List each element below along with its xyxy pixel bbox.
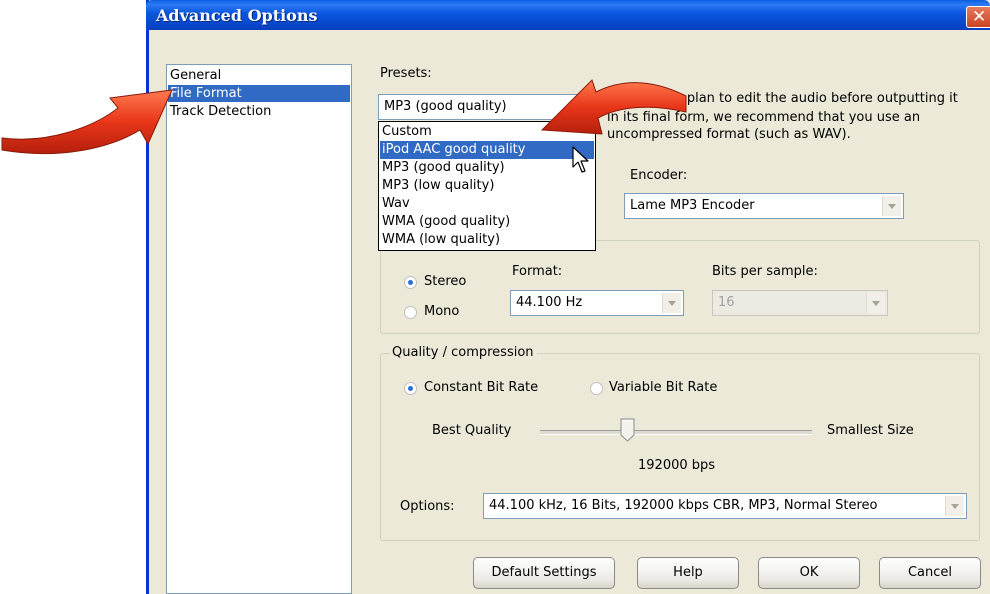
stereo-label[interactable]: Stereo bbox=[424, 274, 466, 289]
presets-option[interactable]: MP3 (good quality) bbox=[380, 159, 594, 177]
audio-format-group bbox=[380, 240, 980, 334]
nav-item-general[interactable]: General bbox=[168, 67, 350, 84]
stereo-radio[interactable] bbox=[404, 276, 417, 289]
nav-item-file-format[interactable]: File Format bbox=[168, 85, 350, 102]
chevron-down-icon[interactable] bbox=[662, 293, 681, 313]
close-icon: ✕ bbox=[972, 7, 987, 27]
options-value: 44.100 kHz, 16 Bits, 192000 kbps CBR, MP… bbox=[489, 498, 878, 513]
presets-option[interactable]: Wav bbox=[380, 195, 594, 213]
format-select[interactable]: 44.100 Hz bbox=[510, 290, 684, 316]
help-button[interactable]: Help bbox=[637, 557, 739, 589]
window-title: Advanced Options bbox=[156, 6, 318, 25]
encoder-select[interactable]: Lame MP3 Encoder bbox=[624, 193, 904, 219]
mono-radio[interactable] bbox=[404, 306, 417, 319]
options-select[interactable]: 44.100 kHz, 16 Bits, 192000 kbps CBR, MP… bbox=[483, 493, 967, 519]
bitrate-value: 192000 bps bbox=[638, 458, 716, 473]
bits-select: 16 bbox=[712, 290, 888, 316]
bits-value: 16 bbox=[718, 295, 735, 310]
cbr-radio[interactable] bbox=[404, 382, 417, 395]
format-value: 44.100 Hz bbox=[516, 295, 583, 310]
close-button[interactable]: ✕ bbox=[966, 6, 990, 28]
red-arrow-icon bbox=[540, 79, 687, 135]
mono-label[interactable]: Mono bbox=[424, 304, 459, 319]
presets-label: Presets: bbox=[380, 66, 432, 81]
presets-option[interactable]: WMA (good quality) bbox=[380, 213, 594, 231]
chevron-down-icon[interactable] bbox=[882, 196, 901, 216]
encoder-label: Encoder: bbox=[630, 168, 688, 183]
bits-label: Bits per sample: bbox=[712, 264, 818, 279]
presets-value: MP3 (good quality) bbox=[384, 99, 507, 114]
ok-button[interactable]: OK bbox=[758, 557, 860, 589]
best-quality-label: Best Quality bbox=[432, 423, 512, 438]
presets-option[interactable]: MP3 (low quality) bbox=[380, 177, 594, 195]
presets-option[interactable]: WMA (low quality) bbox=[380, 231, 594, 249]
cbr-label[interactable]: Constant Bit Rate bbox=[424, 380, 538, 395]
smallest-size-label: Smallest Size bbox=[827, 423, 914, 438]
nav-item-track-detection[interactable]: Track Detection bbox=[168, 103, 350, 120]
chevron-down-icon[interactable] bbox=[945, 496, 964, 516]
default-settings-button[interactable]: Default Settings bbox=[473, 557, 615, 589]
red-arrow-icon bbox=[1, 89, 173, 155]
mouse-cursor-icon bbox=[572, 146, 589, 173]
vbr-radio[interactable] bbox=[590, 382, 603, 395]
format-label: Format: bbox=[512, 264, 563, 279]
quality-slider-thumb[interactable] bbox=[620, 418, 635, 442]
chevron-down-icon bbox=[866, 293, 885, 313]
encoder-value: Lame MP3 Encoder bbox=[630, 198, 755, 213]
vbr-label[interactable]: Variable Bit Rate bbox=[609, 380, 717, 395]
quality-slider-track[interactable] bbox=[540, 430, 812, 435]
options-label: Options: bbox=[400, 499, 455, 514]
quality-legend: Quality / compression bbox=[389, 345, 537, 360]
options-category-list[interactable] bbox=[166, 64, 352, 594]
cancel-button[interactable]: Cancel bbox=[879, 557, 981, 589]
